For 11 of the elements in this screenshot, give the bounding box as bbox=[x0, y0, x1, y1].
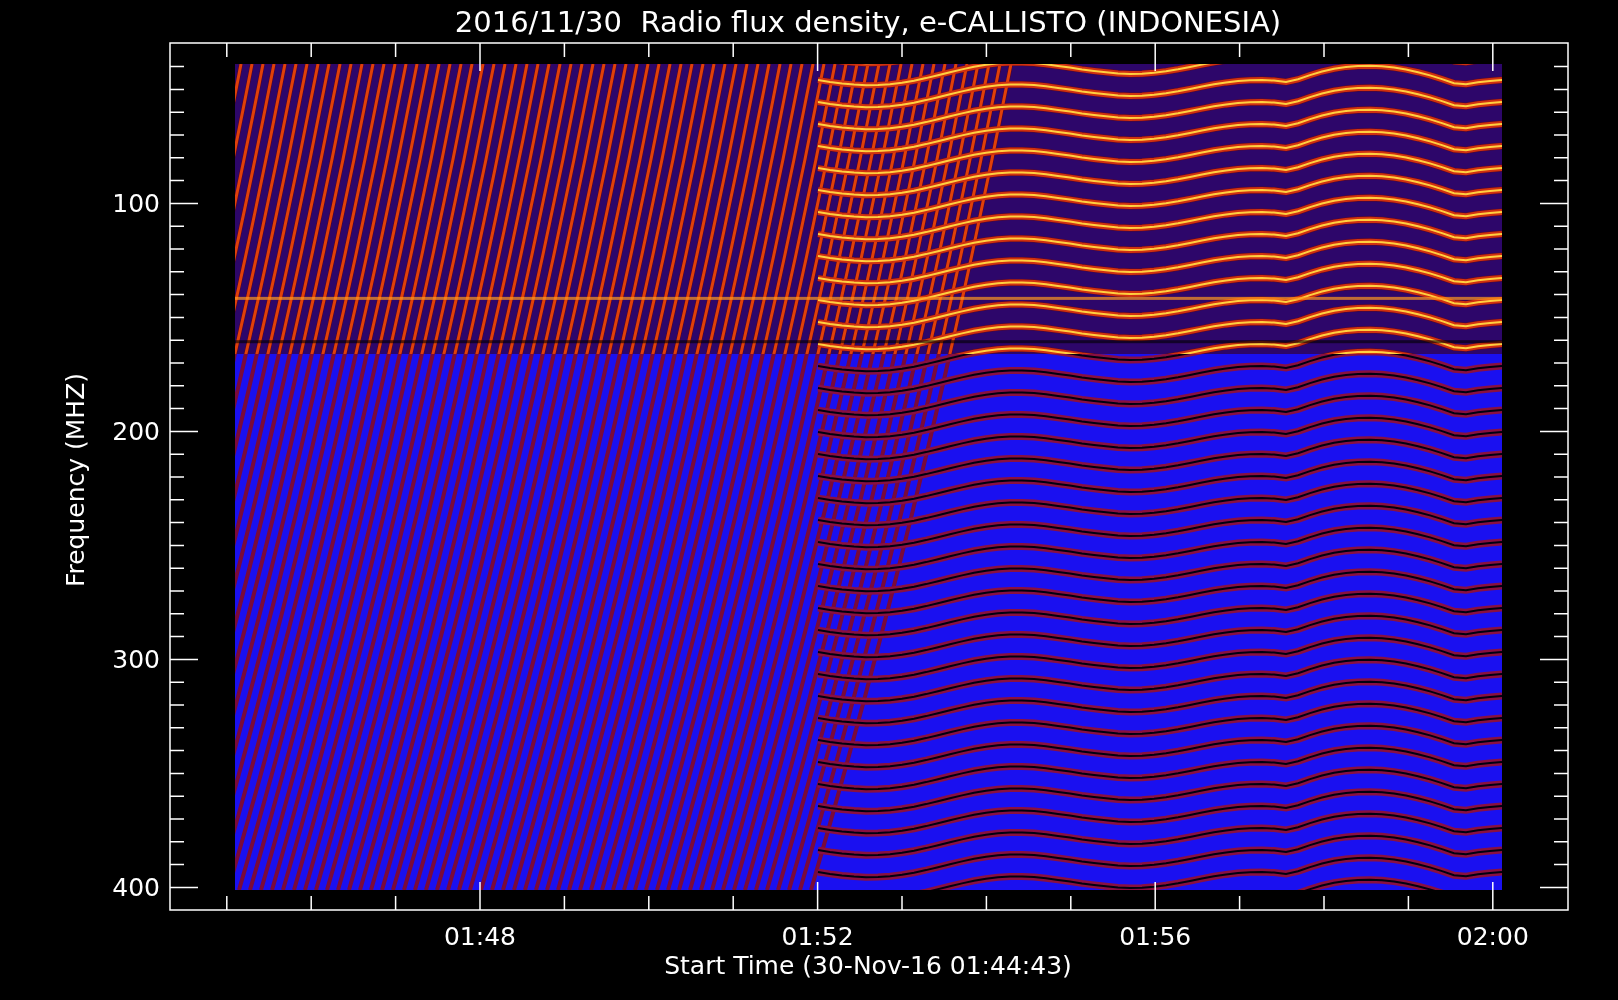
y-tick-label: 400 bbox=[112, 873, 160, 903]
y-tick-label: 200 bbox=[112, 417, 160, 447]
x-tick-label: 01:48 bbox=[444, 922, 516, 951]
x-tick-label: 01:52 bbox=[781, 922, 854, 951]
x-axis-label: Start Time (30-Nov-16 01:44:43) bbox=[664, 951, 1072, 980]
y-tick-label: 300 bbox=[112, 645, 160, 675]
y-tick-label: 100 bbox=[112, 189, 160, 219]
x-tick-label: 01:56 bbox=[1119, 922, 1192, 951]
y-axis-label: Frequency (MHZ) bbox=[61, 372, 90, 588]
chart-title: 2016/11/30 Radio flux density, e-CALLISTO (INDONESIA) bbox=[454, 5, 1282, 39]
x-tick-label: 02:00 bbox=[1456, 922, 1529, 951]
